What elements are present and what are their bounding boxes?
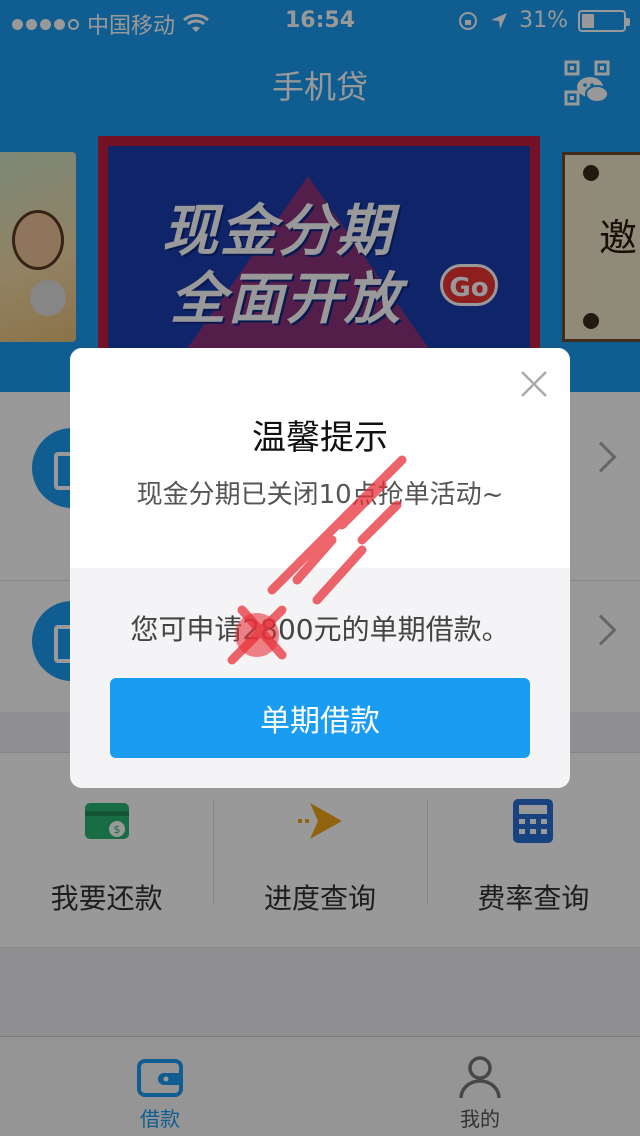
dialog-title: 温馨提示: [252, 418, 388, 458]
notice-dialog: 温馨提示 现金分期已关闭10点抢单活动~ 您可申请2800元的单期借款。 单期借…: [70, 348, 570, 788]
dialog-header-section: 温馨提示 现金分期已关闭10点抢单活动~: [70, 348, 570, 568]
close-icon[interactable]: [520, 370, 548, 398]
single-loan-button[interactable]: 单期借款: [110, 678, 530, 758]
dialog-message: 现金分期已关闭10点抢单活动~: [136, 480, 504, 510]
dialog-amount-text: 您可申请2800元的单期借款。: [130, 613, 510, 646]
